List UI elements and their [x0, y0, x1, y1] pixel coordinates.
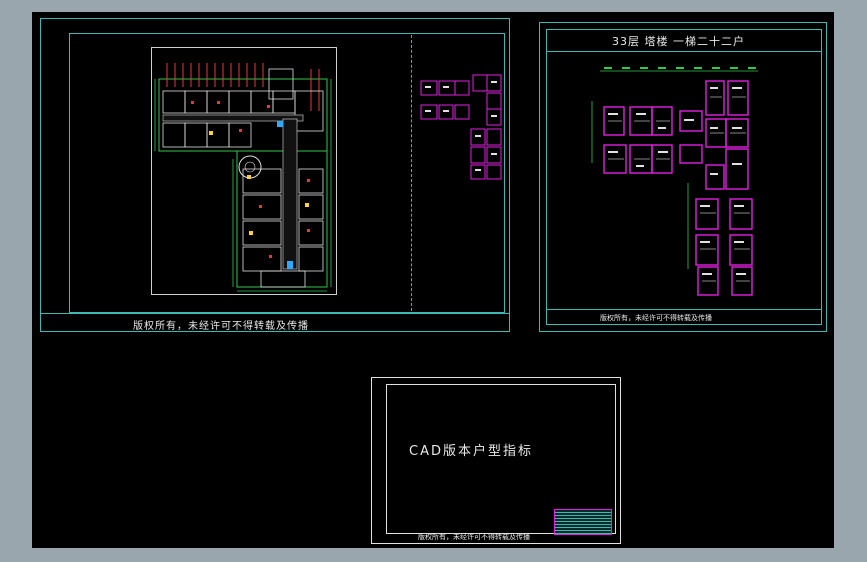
index-heading: CAD版本户型指标 [409, 444, 533, 459]
floor-plan-drawing [154, 63, 502, 292]
sheet-footer-text: 版权所有，未经许可不得转载及传播 [418, 533, 530, 541]
tower-plan-drawing [591, 67, 758, 296]
sheet-tower-plan[interactable]: 33层 塔楼 一梯二十二户 版权所有，未经许可不得转载及传播 [539, 22, 827, 332]
cad-model-space[interactable]: 版权所有，未经许可不得转载及传播 33层 塔楼 一梯二十二户 版权所有，未经许可… [32, 12, 834, 548]
sheet-floor-plan[interactable]: 版权所有，未经许可不得转载及传播 [40, 18, 510, 332]
sheet-index[interactable]: CAD版本户型指标 版权所有，未经许可不得转载及传播 [371, 377, 621, 544]
index-table [554, 509, 612, 535]
